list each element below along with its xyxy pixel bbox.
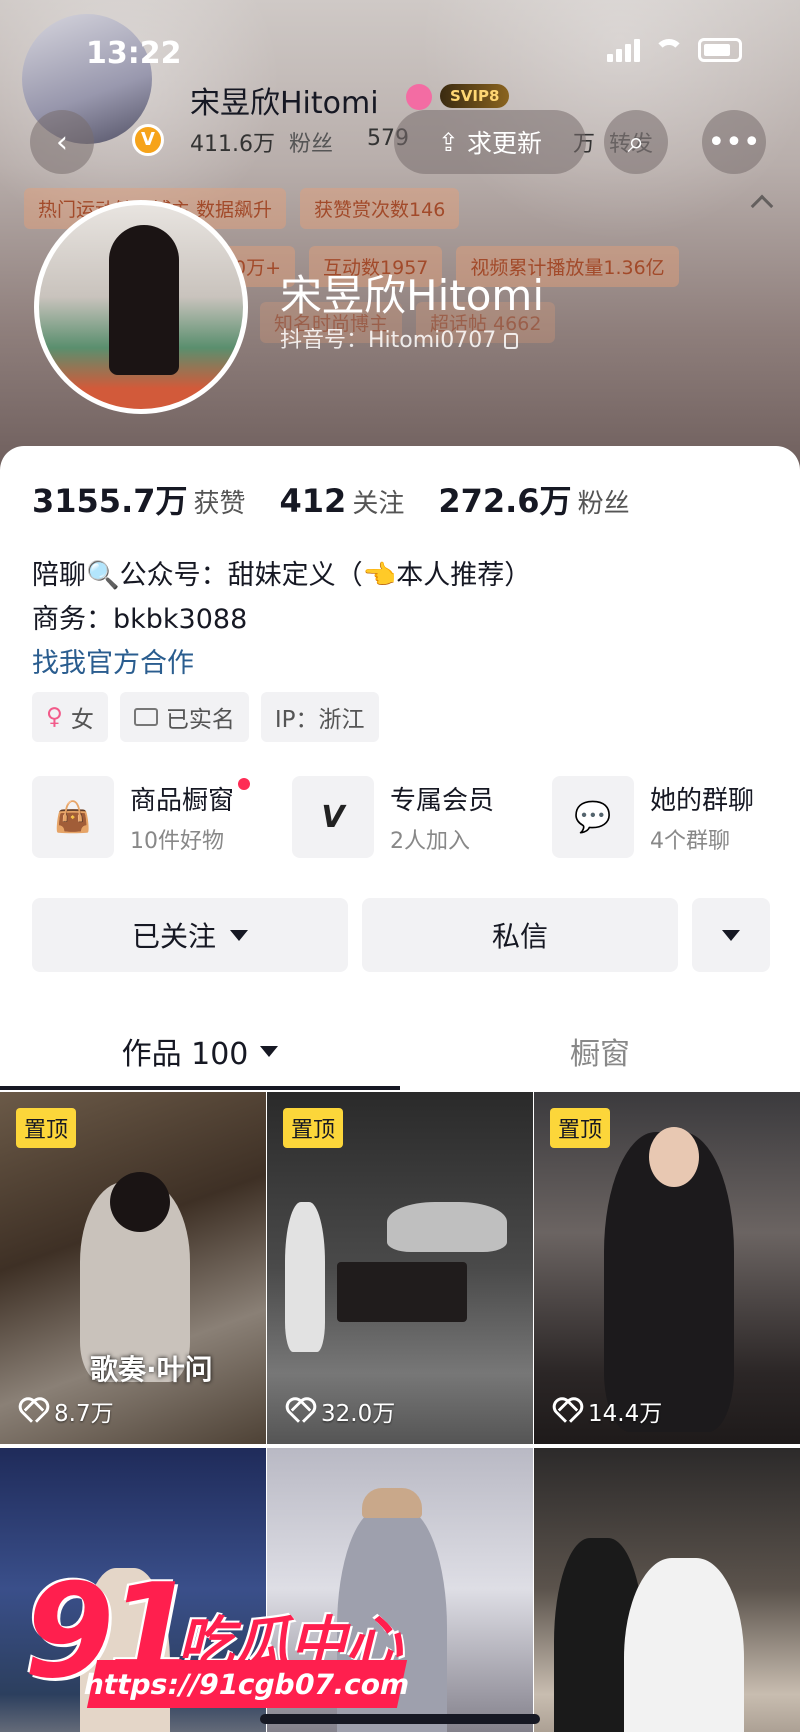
home-indicator[interactable] [260, 1714, 540, 1724]
search-icon: ⌕ [627, 124, 645, 160]
hot-tag[interactable]: 获赞赏次数146 [300, 188, 460, 229]
watermark-url: https://91cgb07.com [81, 1660, 413, 1708]
video-thumbnail[interactable]: 置顶 32.0万 [267, 1092, 533, 1444]
feature-group-chat[interactable]: 💬 她的群聊 4个群聊 [552, 776, 800, 858]
verified-badge-icon: V [132, 124, 164, 156]
verified-chip: 已实名 [119, 692, 249, 742]
content-tabs: 作品 100 橱窗 [0, 1006, 800, 1096]
ip-text: IP：浙江 [274, 707, 365, 733]
tab-showcase[interactable]: 橱窗 [400, 1006, 800, 1096]
wifi-icon [654, 39, 684, 61]
message-button[interactable]: 私信 [362, 898, 678, 972]
feature-shop-window[interactable]: 👜 商品橱窗 10件好物 [32, 776, 292, 858]
video-caption: 歌奏·叶问 [90, 1353, 213, 1386]
id-card-icon [133, 708, 158, 726]
back-button[interactable]: ‹ [30, 110, 94, 174]
action-buttons: 已关注 私信 [32, 898, 770, 972]
chevron-down-icon [722, 929, 740, 941]
stat-label: 获赞 [193, 489, 246, 519]
feature-title: 她的群聊 [650, 785, 755, 816]
feature-entries: 👜 商品橱窗 10件好物 V 专属会员 2人加入 💬 她的群聊 4个群聊 [32, 776, 800, 858]
pinned-badge: 置顶 [283, 1108, 344, 1148]
feature-sub: 4个群聊 [650, 828, 730, 854]
feature-title: 专属会员 [390, 785, 495, 816]
verified-text: 已实名 [165, 707, 235, 733]
stat-following[interactable]: 412 关注 [280, 482, 405, 520]
profile-stats: 3155.7万 获赞 412 关注 272.6万 粉丝 [32, 476, 630, 522]
followed-label: 已关注 [131, 920, 216, 953]
sort-dropdown-icon [260, 1045, 279, 1057]
feature-sub: 2人加入 [390, 828, 470, 854]
heart-icon [285, 1400, 311, 1422]
like-count: 14.4万 [552, 1394, 662, 1428]
pinned-badge: 置顶 [16, 1108, 77, 1148]
feature-title: 商品橱窗 [130, 777, 251, 817]
tab-works-label: 作品 100 [121, 1037, 249, 1072]
ip-chip: IP：浙江 [260, 692, 379, 742]
dropdown-icon [230, 929, 248, 941]
bio-line2: 商务：bkbk3088 [32, 604, 248, 635]
heart-icon [18, 1400, 44, 1422]
like-count: 32.0万 [285, 1394, 395, 1428]
more-button[interactable]: ••• [702, 110, 766, 174]
bio-line1: 陪聊🔍公众号：甜妹定义（👈本人推荐） [32, 560, 532, 591]
gender-text: 女 [70, 707, 94, 733]
followed-button[interactable]: 已关注 [32, 898, 348, 972]
video-thumbnail[interactable]: 置顶 14.4万 [534, 1092, 800, 1444]
female-icon: ♀ [46, 704, 63, 730]
douyin-id[interactable]: 抖音号：Hitomi0707 [280, 322, 519, 354]
svip-badge: SVIP8 [440, 84, 510, 108]
more-icon: ••• [707, 124, 761, 160]
display-name: 宋昱欣Hitomi [280, 271, 544, 320]
douyin-id-text: 抖音号：Hitomi0707 [280, 328, 497, 353]
feature-membership[interactable]: V 专属会员 2人加入 [292, 776, 552, 858]
stat-num: 3155.7万 [32, 482, 188, 520]
copy-icon[interactable] [504, 333, 519, 349]
stat-label: 关注 [352, 489, 405, 519]
stat-likes[interactable]: 3155.7万 获赞 [32, 476, 246, 522]
video-thumbnail[interactable] [534, 1448, 800, 1732]
message-label: 私信 [491, 920, 548, 953]
active-tab-indicator [0, 1086, 400, 1090]
profile-header: V 13:22 宋昱欣Hitomi SVIP8 411.6万 粉丝 579 万 … [0, 0, 800, 470]
status-icons [607, 38, 742, 62]
tab-showcase-label: 橱窗 [570, 1037, 630, 1072]
v-member-icon: V [292, 776, 374, 858]
stat-label: 粉丝 [577, 489, 630, 519]
update-label: 求更新 [466, 129, 542, 158]
official-coop-link[interactable]: 找我官方合作 [32, 642, 531, 686]
feature-sub: 10件好物 [130, 828, 224, 854]
gender-badge-icon [406, 84, 432, 110]
chat-bubble-icon: 💬 [552, 776, 634, 858]
stat-num: 272.6万 [438, 482, 572, 520]
like-count: 8.7万 [18, 1394, 114, 1428]
profile-chips: ♀ 女 已实名 IP：浙江 [32, 692, 379, 742]
request-update-button[interactable]: ⇪ 求更新 [394, 110, 586, 174]
status-time: 13:22 [86, 36, 182, 71]
signal-icon [607, 38, 640, 62]
gender-chip: ♀ 女 [32, 692, 108, 742]
video-thumbnail[interactable]: 置顶 歌奏·叶问 8.7万 [0, 1092, 266, 1444]
new-dot [238, 777, 251, 790]
bio: 陪聊🔍公众号：甜妹定义（👈本人推荐） 商务：bkbk3088 找我官方合作 [32, 554, 531, 686]
profile-avatar[interactable] [34, 200, 248, 414]
stat-fans[interactable]: 272.6万 粉丝 [438, 476, 629, 522]
update-icon: ⇪ [438, 127, 459, 157]
tab-works[interactable]: 作品 100 [0, 1006, 400, 1096]
mini-fans-label: 粉丝 [288, 132, 333, 157]
battery-icon [698, 38, 742, 62]
stat-num: 412 [279, 482, 347, 520]
heart-icon [552, 1400, 578, 1422]
mini-fans-num: 411.6万 [190, 132, 275, 157]
shopping-bag-icon: 👜 [32, 776, 114, 858]
search-button[interactable]: ⌕ [604, 110, 668, 174]
pinned-badge: 置顶 [550, 1108, 611, 1148]
mini-username: 宋昱欣Hitomi [190, 86, 379, 121]
more-options-button[interactable] [692, 898, 770, 972]
